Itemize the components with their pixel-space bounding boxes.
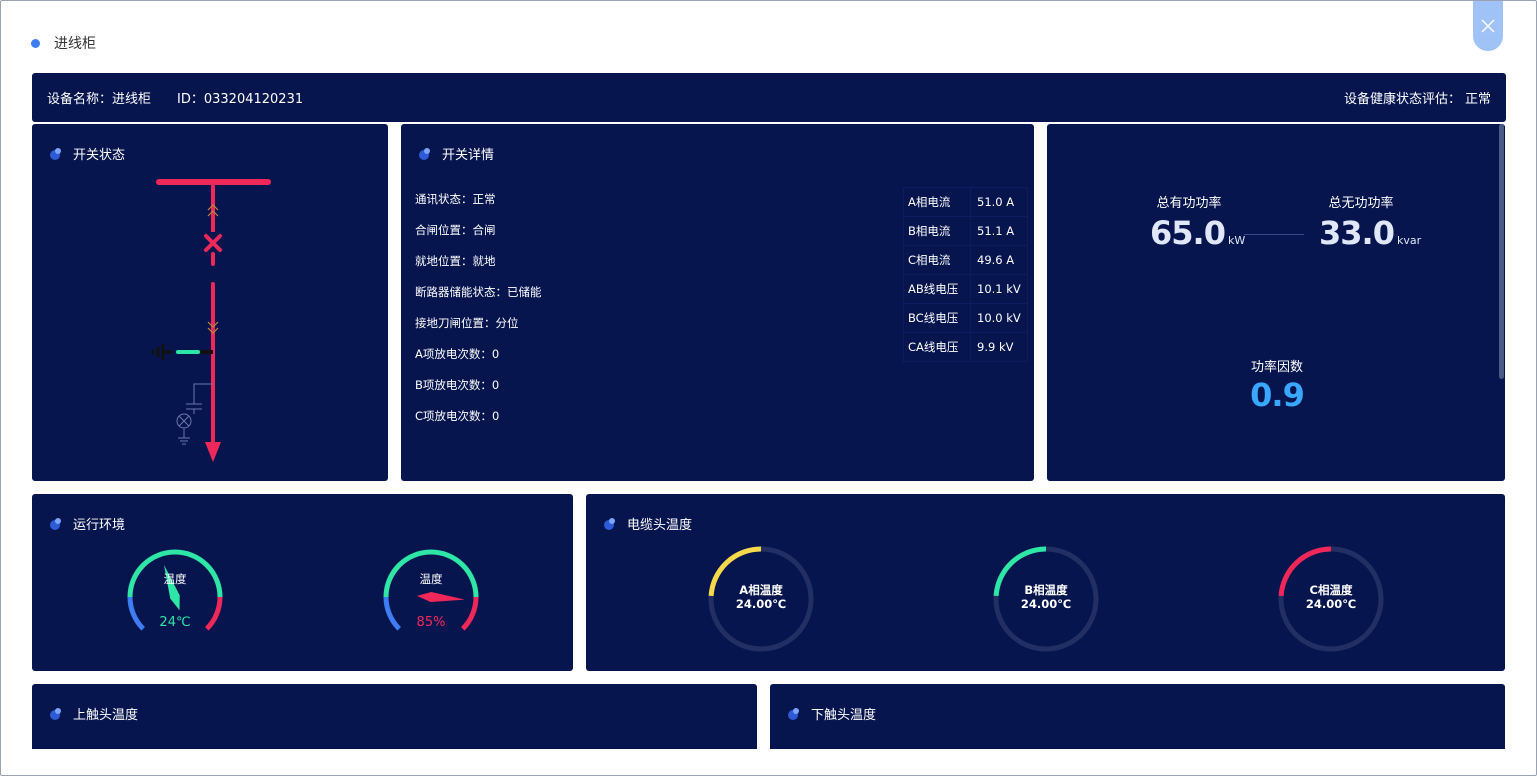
ring-label: A相温度 24.00℃	[706, 583, 816, 611]
table-row: AB线电压 10.1 kV	[903, 274, 1028, 304]
ground-icon	[151, 344, 172, 360]
ring-value: 24.00℃	[1305, 597, 1357, 611]
ring-value: 24.00℃	[1020, 597, 1072, 611]
status-item: 就地位置：就地	[415, 254, 496, 268]
reactive-power-readout: 33.0 kvar	[1319, 214, 1421, 252]
title-dot-icon	[31, 38, 40, 48]
panel-title: 下触头温度	[811, 708, 877, 723]
switch-status-panel: 开关状态	[32, 124, 388, 481]
meter-label: C相电流	[903, 245, 971, 275]
table-row: CA线电压 9.9 kV	[903, 332, 1028, 362]
meter-value: 9.9 kV	[970, 332, 1028, 362]
dialog: 进线柜 设备名称：进线柜 ID：033204120231 设备健康状态评估： 正…	[0, 0, 1537, 776]
panel-scrollbar[interactable]	[1499, 124, 1504, 379]
device-name: 设备名称：进线柜	[47, 92, 152, 107]
single-line-diagram	[151, 179, 271, 462]
gauge-value: 85%	[416, 615, 446, 630]
device-id: ID：033204120231	[177, 92, 304, 107]
panel-title: 开关详情	[442, 148, 495, 163]
health-label: 设备健康状态评估：	[1343, 92, 1461, 107]
meter-value: 51.1 A	[970, 216, 1028, 246]
panel-title: 电缆头温度	[627, 518, 693, 533]
dialog-title-text: 进线柜	[54, 36, 96, 52]
dialog-title: 进线柜	[31, 33, 96, 53]
power-factor-value: 0.9	[1250, 376, 1305, 414]
meter-label: AB线电压	[903, 274, 971, 304]
ring-name: A相温度	[739, 583, 783, 597]
arrow-down-icon	[205, 442, 221, 462]
close-icon[interactable]	[1481, 19, 1495, 33]
meter-value: 51.0 A	[970, 187, 1028, 217]
lower-contact-panel: 下触头温度	[770, 684, 1505, 749]
environment-panel: 运行环境 温度 24℃ 温度 85%	[32, 494, 573, 671]
meter-table: A相电流 51.0 A B相电流 51.1 A C相电流 49.6 A AB线电压 10…	[903, 187, 1028, 362]
ring-value: 24.00℃	[735, 597, 787, 611]
ring-name: B相温度	[1024, 583, 1068, 597]
panel-bullet-icon	[604, 517, 615, 530]
status-item: C项放电次数：0	[415, 409, 500, 423]
cable-temperature-panel: 电缆头温度 A相温度 24.00℃ B相温度 24.00℃ C相温度 24.00…	[586, 494, 1505, 671]
power-panel: 总有功功率 65.0 kW 总无功功率 33.0 kvar 功率因数 0.9	[1047, 124, 1505, 481]
table-row: B相电流 51.1 A	[903, 216, 1028, 246]
table-row: BC线电压 10.0 kV	[903, 303, 1028, 333]
panel-bullet-icon	[788, 707, 799, 720]
health-status: 正常	[1464, 92, 1491, 107]
panel-bullet-icon	[419, 147, 430, 160]
divider	[1244, 234, 1304, 235]
gauge-label: 温度	[419, 572, 443, 586]
status-item: 通讯状态：正常	[415, 192, 496, 206]
reactive-power-label: 总无功功率	[1328, 196, 1394, 211]
meter-value: 49.6 A	[970, 245, 1028, 275]
gauge-label: 温度	[163, 572, 187, 586]
panel-header: 电缆头温度	[603, 514, 692, 533]
panel-header: 运行环境	[49, 514, 125, 533]
meter-label: CA线电压	[903, 332, 971, 362]
meter-label: A相电流	[903, 187, 971, 217]
panel-header: 下触头温度	[787, 704, 876, 723]
meter-value: 10.1 kV	[970, 274, 1028, 304]
status-item: A项放电次数：0	[415, 347, 500, 361]
status-item: 合闸位置：合闸	[415, 223, 496, 237]
breaker-cross-icon	[204, 234, 222, 252]
panel-title: 运行环境	[73, 518, 126, 533]
table-row: C相电流 49.6 A	[903, 245, 1028, 275]
reactive-power-unit: kvar	[1396, 234, 1422, 247]
power-factor-label: 功率因数	[1250, 360, 1303, 375]
close-button[interactable]	[1473, 1, 1503, 51]
status-item: B项放电次数：0	[415, 378, 500, 392]
upper-contact-panel: 上触头温度	[32, 684, 757, 749]
ring-name: C相温度	[1309, 583, 1353, 597]
ring-label: C相温度 24.00℃	[1276, 583, 1386, 611]
gauge-needle	[417, 592, 465, 602]
panel-title: 上触头温度	[73, 708, 139, 723]
panel-bullet-icon	[50, 517, 61, 530]
active-power-value: 65.0	[1150, 214, 1226, 252]
active-power-unit: kW	[1227, 234, 1246, 247]
panel-header: 上触头温度	[49, 704, 138, 723]
switch-detail-panel: 开关详情 通讯状态：正常 合闸位置：合闸 就地位置：就地 断路器储能状态：已储能…	[401, 124, 1034, 481]
panel-header: 开关详情	[418, 144, 494, 163]
meter-label: BC线电压	[903, 303, 971, 333]
reactive-power-value: 33.0	[1319, 214, 1395, 252]
gauge-value: 24℃	[159, 615, 191, 630]
meter-label: B相电流	[903, 216, 971, 246]
active-power-label: 总有功功率	[1156, 196, 1222, 211]
table-row: A相电流 51.0 A	[903, 187, 1028, 217]
active-power-readout: 65.0 kW	[1150, 214, 1245, 252]
panel-bullet-icon	[50, 707, 61, 720]
status-item: 断路器储能状态：已储能	[415, 285, 542, 299]
device-info-bar: 设备名称：进线柜 ID：033204120231 设备健康状态评估： 正常	[32, 73, 1506, 122]
status-item: 接地刀闸位置：分位	[415, 316, 519, 330]
ring-label: B相温度 24.00℃	[991, 583, 1101, 611]
meter-value: 10.0 kV	[970, 303, 1028, 333]
